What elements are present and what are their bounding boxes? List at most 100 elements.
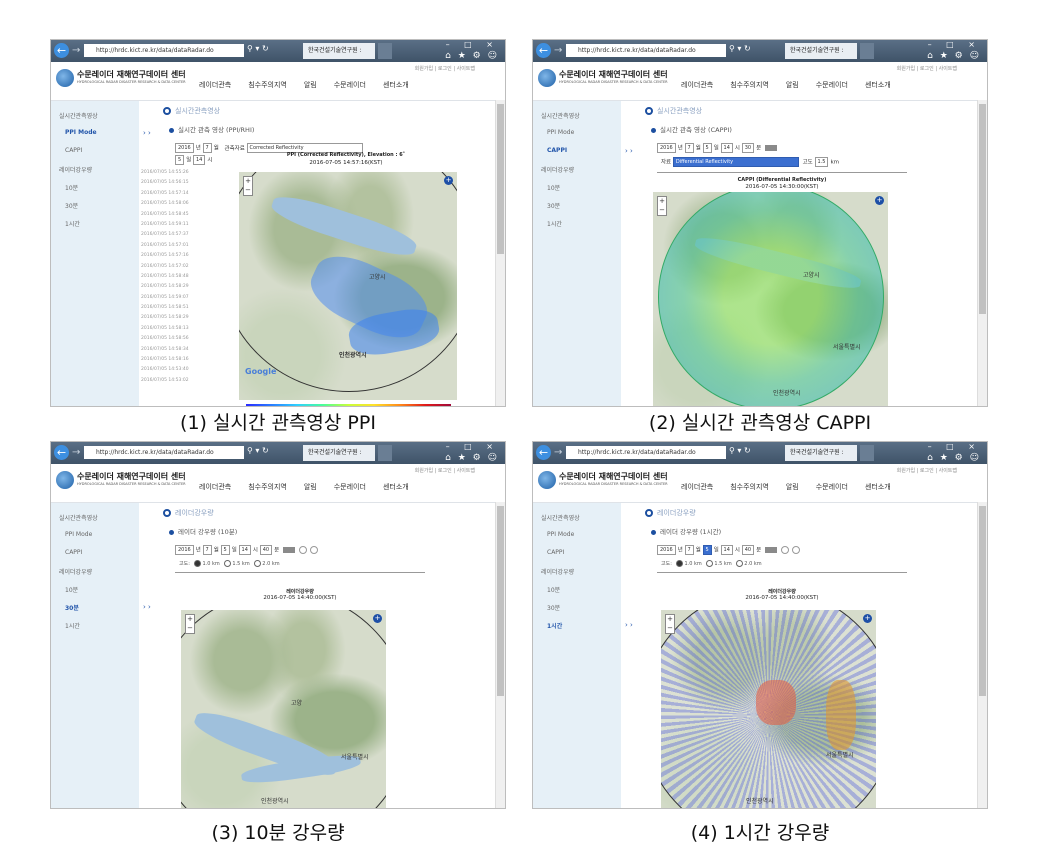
sidebar-item-1hour[interactable]: 1시간 xyxy=(65,219,80,228)
height-radio[interactable] xyxy=(736,560,744,567)
height-radio[interactable] xyxy=(194,560,202,567)
scrollbar[interactable] xyxy=(495,502,505,808)
window-controls[interactable]: – □ × xyxy=(446,442,499,451)
site-logo[interactable] xyxy=(538,69,556,87)
radar-map[interactable]: + − + 서울특별시 인천광역시 xyxy=(661,610,876,808)
sidebar-item-realtime[interactable]: 실시간관측영상 xyxy=(59,111,98,120)
sidebar-item-10min[interactable]: 10분 xyxy=(547,585,560,594)
time-list-item[interactable]: 2016/07/05 14:59:11 xyxy=(141,220,205,230)
back-arrow-icon[interactable]: ← xyxy=(536,445,551,460)
height-radio[interactable] xyxy=(706,560,714,567)
sidebar-item-1hour[interactable]: 1시간 xyxy=(547,621,562,630)
site-title[interactable]: 수문레이더 재해연구데이터 센터 xyxy=(77,471,186,482)
fullscreen-icon[interactable]: + xyxy=(444,176,453,185)
radar-map[interactable]: + − + 고양 서울특별시 인천광역시 xyxy=(181,610,386,808)
sidebar-item-1hour[interactable]: 1시간 xyxy=(65,621,80,630)
sidebar-item-cappi[interactable]: CAPPI xyxy=(65,549,82,556)
time-list-item[interactable]: 2016/07/05 14:57:16 xyxy=(141,251,205,261)
hour-select[interactable]: 14 xyxy=(238,545,251,555)
time-list-item[interactable]: 2016/07/05 14:58:48 xyxy=(141,272,205,282)
time-list-item[interactable]: 2016/07/05 14:59:07 xyxy=(141,293,205,303)
back-arrow-icon[interactable]: ← xyxy=(54,43,69,58)
hour-select[interactable]: 14 xyxy=(720,545,733,555)
prev-button[interactable] xyxy=(780,546,789,554)
month-select[interactable]: 7 xyxy=(202,545,212,555)
day-select[interactable]: 5 xyxy=(702,545,712,555)
forward-arrow-icon[interactable]: → xyxy=(554,45,562,56)
window-controls[interactable]: – □ × xyxy=(928,442,981,451)
scrollbar[interactable] xyxy=(977,502,987,808)
window-controls[interactable]: – □ × xyxy=(928,40,981,49)
search-refresh-icon[interactable]: ⚲ ▾ ↻ xyxy=(247,446,269,455)
new-tab-button[interactable] xyxy=(378,43,392,59)
time-list-item[interactable]: 2016/07/05 14:58:34 xyxy=(141,345,205,355)
nav-item[interactable]: 레이더관측 xyxy=(199,482,231,492)
month-select[interactable]: 7 xyxy=(684,545,694,555)
address-bar[interactable]: http://hrdc.kict.re.kr/data/dataRadar.do xyxy=(566,446,726,459)
year-select[interactable]: 2016 xyxy=(175,143,194,153)
search-refresh-icon[interactable]: ⚲ ▾ ↻ xyxy=(729,446,751,455)
utility-links[interactable]: 회원가입 | 로그인 | 사이트맵 xyxy=(415,65,475,72)
nav-item[interactable]: 센터소개 xyxy=(383,80,409,90)
hour-select[interactable]: 14 xyxy=(720,143,733,153)
sidebar-item-10min[interactable]: 10분 xyxy=(65,183,78,192)
scrollbar-thumb[interactable] xyxy=(979,506,986,696)
site-logo[interactable] xyxy=(56,69,74,87)
next-button[interactable] xyxy=(310,546,319,554)
scrollbar-thumb[interactable] xyxy=(979,104,986,314)
site-title[interactable]: 수문레이더 재해연구데이터 센터 xyxy=(77,69,186,80)
back-arrow-icon[interactable]: ← xyxy=(536,43,551,58)
sidebar-item-cappi[interactable]: CAPPI xyxy=(547,549,564,556)
minute-select[interactable]: 40 xyxy=(741,545,755,555)
time-list-item[interactable]: 2016/07/05 14:58:56 xyxy=(141,334,205,344)
time-list-item[interactable]: 2016/07/05 14:58:45 xyxy=(141,210,205,220)
month-select[interactable]: 7 xyxy=(202,143,212,153)
window-controls[interactable]: – □ × xyxy=(446,40,499,49)
year-select[interactable]: 2016 xyxy=(657,143,676,153)
sidebar-item-30min[interactable]: 30분 xyxy=(547,603,560,612)
nav-item[interactable]: 침수주의지역 xyxy=(730,80,769,90)
nav-item[interactable]: 수문레이더 xyxy=(334,482,366,492)
nav-item[interactable]: 알림 xyxy=(304,482,317,492)
next-button[interactable] xyxy=(792,546,801,554)
site-title[interactable]: 수문레이더 재해연구데이터 센터 xyxy=(559,471,668,482)
sidebar-item-realtime[interactable]: 실시간관측영상 xyxy=(541,111,580,120)
scrollbar-thumb[interactable] xyxy=(497,506,504,696)
utility-links[interactable]: 회원가입 | 로그인 | 사이트맵 xyxy=(897,65,957,72)
zoom-control-icon[interactable]: + − xyxy=(243,176,253,196)
toolbar-icons[interactable]: ⌂ ★ ⚙ ☺ xyxy=(927,51,981,61)
address-bar[interactable]: http://hrdc.kict.re.kr/data/dataRadar.do xyxy=(566,44,726,57)
nav-item[interactable]: 레이더관측 xyxy=(199,80,231,90)
day-select[interactable]: 5 xyxy=(702,143,712,153)
scrollbar[interactable] xyxy=(495,100,505,406)
time-list-item[interactable]: 2016/07/05 14:53:02 xyxy=(141,376,205,386)
browser-tab[interactable]: 한국건설기술연구원 : xyxy=(785,43,857,59)
sidebar-item-rainfall[interactable]: 레이더강우량 xyxy=(541,567,574,576)
radar-map[interactable]: + − + 고양시 서울특별시 인천광역시 xyxy=(653,192,888,406)
prev-button[interactable] xyxy=(298,546,307,554)
nav-item[interactable]: 수문레이더 xyxy=(816,80,848,90)
height-radio[interactable] xyxy=(224,560,232,567)
sidebar-item-ppi[interactable]: PPI Mode xyxy=(65,129,97,136)
toolbar-icons[interactable]: ⌂ ★ ⚙ ☺ xyxy=(445,51,499,61)
forward-arrow-icon[interactable]: → xyxy=(72,45,80,56)
sidebar-item-10min[interactable]: 10분 xyxy=(65,585,78,594)
time-list-item[interactable]: 2016/07/05 14:58:06 xyxy=(141,199,205,209)
nav-item[interactable]: 침수주의지역 xyxy=(730,482,769,492)
sidebar-item-30min[interactable]: 30분 xyxy=(547,201,560,210)
fullscreen-icon[interactable]: + xyxy=(875,196,884,205)
sidebar-item-30min[interactable]: 30분 xyxy=(65,201,78,210)
time-list-item[interactable]: 2016/07/05 14:56:15 xyxy=(141,178,205,188)
nav-item[interactable]: 알림 xyxy=(786,80,799,90)
nav-item[interactable]: 침수주의지역 xyxy=(248,482,287,492)
search-refresh-icon[interactable]: ⚲ ▾ ↻ xyxy=(729,44,751,53)
month-select[interactable]: 7 xyxy=(684,143,694,153)
sidebar-item-realtime[interactable]: 실시간관측영상 xyxy=(59,513,98,522)
fullscreen-icon[interactable]: + xyxy=(373,614,382,623)
zoom-control-icon[interactable]: + − xyxy=(657,196,667,216)
utility-links[interactable]: 회원가입 | 로그인 | 사이트맵 xyxy=(415,467,475,474)
radar-map[interactable]: + − + 고양시 인천광역시 Google xyxy=(239,172,457,400)
new-tab-button[interactable] xyxy=(860,445,874,461)
forward-arrow-icon[interactable]: → xyxy=(554,447,562,458)
sidebar-item-realtime[interactable]: 실시간관측영상 xyxy=(541,513,580,522)
